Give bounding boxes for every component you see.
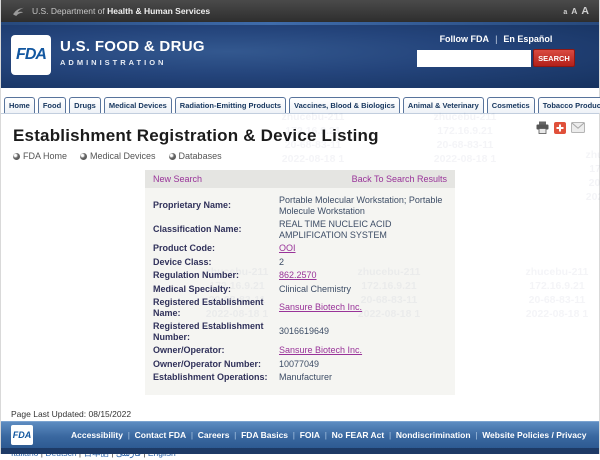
tab-tobacco-products[interactable]: Tobacco Products: [538, 97, 600, 113]
field-value: REAL TIME NUCLEIC ACID AMPLIFICATION SYS…: [279, 219, 447, 240]
footer-link-website-policies-privacy[interactable]: Website Policies / Privacy: [482, 430, 586, 440]
share-icon[interactable]: [554, 122, 566, 134]
field-value: 2: [279, 257, 284, 268]
fda-logo[interactable]: FDA: [11, 35, 51, 75]
field-value: Clinical Chemistry: [279, 284, 351, 295]
fda-header: FDA U.S. FOOD & DRUG ADMINISTRATION Foll…: [1, 22, 599, 88]
field-value: 3016619649: [279, 326, 329, 337]
field-value: Manufacturer: [279, 372, 332, 383]
hhs-top-bar: U.S. Department of Health & Human Servic…: [1, 0, 599, 22]
search-button[interactable]: SEARCH: [533, 49, 575, 67]
table-row: Proprietary Name: Portable Molecular Wor…: [153, 195, 447, 216]
footer-link-accessibility[interactable]: Accessibility: [71, 430, 135, 440]
footer-fda-logo[interactable]: FDA: [11, 425, 33, 445]
table-row: Registered Establishment Name: Sansure B…: [153, 297, 447, 318]
field-label: Registered Establishment Number:: [153, 321, 279, 342]
table-row: Owner/Operator: Sansure Biotech Inc.: [153, 345, 447, 356]
bullet-icon: [13, 153, 20, 160]
footer-links: Accessibility Contact FDA Careers FDA Ba…: [71, 430, 586, 440]
field-label: Medical Specialty:: [153, 284, 279, 295]
main-nav: Home Food Drugs Medical Devices Radiatio…: [1, 88, 599, 114]
bullet-icon: [169, 153, 176, 160]
results-card: New Search Back To Search Results Propri…: [145, 170, 455, 395]
en-espanol-link[interactable]: En Español: [503, 34, 552, 44]
table-row: Registered Establishment Number: 3016619…: [153, 321, 447, 342]
font-size-large-button[interactable]: A: [581, 5, 589, 17]
fda-brand: U.S. FOOD & DRUG ADMINISTRATION: [60, 38, 205, 67]
tab-radiation-emitting-products[interactable]: Radiation-Emitting Products: [175, 97, 286, 113]
field-label: Proprietary Name:: [153, 200, 279, 211]
hhs-eagle-icon: [11, 4, 26, 19]
footer-link-fda-basics[interactable]: FDA Basics: [241, 430, 300, 440]
field-label: Classification Name:: [153, 224, 279, 235]
print-icon[interactable]: [536, 121, 549, 134]
follow-fda-link[interactable]: Follow FDA: [440, 34, 490, 44]
product-code-link[interactable]: OOI: [279, 243, 296, 254]
breadcrumb-databases[interactable]: Databases: [169, 151, 222, 161]
device-detail-table: Proprietary Name: Portable Molecular Wor…: [145, 188, 455, 383]
page-last-updated: Page Last Updated: 08/15/2022: [11, 408, 589, 421]
field-value: 10077049: [279, 359, 319, 370]
footer-link-foia[interactable]: FOIA: [300, 430, 332, 440]
table-row: Owner/Operator Number: 10077049: [153, 359, 447, 370]
tab-cosmetics[interactable]: Cosmetics: [487, 97, 535, 113]
header-links-divider: |: [495, 34, 497, 44]
header-right: Follow FDA | En Español SEARCH: [417, 34, 575, 67]
field-label: Owner/Operator:: [153, 345, 279, 356]
footer-bar: FDA Accessibility Contact FDA Careers FD…: [1, 421, 599, 448]
regulation-number-link[interactable]: 862.2570: [279, 270, 317, 281]
fda-brand-line2: ADMINISTRATION: [60, 58, 205, 67]
owner-operator-link[interactable]: Sansure Biotech Inc.: [279, 345, 362, 356]
breadcrumb: FDA Home Medical Devices Databases: [13, 151, 587, 161]
bottom-strip: [1, 448, 599, 454]
font-size-medium-button[interactable]: A: [571, 6, 577, 16]
breadcrumb-fda-home[interactable]: FDA Home: [13, 151, 67, 161]
table-row: Regulation Number: 862.2570: [153, 270, 447, 281]
field-label: Establishment Operations:: [153, 372, 279, 383]
field-label: Regulation Number:: [153, 270, 279, 281]
new-search-link[interactable]: New Search: [153, 174, 202, 184]
table-row: Device Class: 2: [153, 257, 447, 268]
page-title: Establishment Registration & Device List…: [13, 126, 587, 146]
field-label: Registered Establishment Name:: [153, 297, 279, 318]
table-row: Medical Specialty: Clinical Chemistry: [153, 284, 447, 295]
hhs-title: U.S. Department of Health & Human Servic…: [32, 6, 210, 16]
footer-link-no-fear-act[interactable]: No FEAR Act: [332, 430, 396, 440]
tab-home[interactable]: Home: [4, 97, 35, 113]
page-action-icons: [536, 121, 585, 134]
footer-link-careers[interactable]: Careers: [198, 430, 241, 440]
table-row: Product Code: OOI: [153, 243, 447, 254]
tab-food[interactable]: Food: [38, 97, 66, 113]
header-links: Follow FDA | En Español: [417, 34, 575, 44]
field-label: Device Class:: [153, 257, 279, 268]
breadcrumb-medical-devices[interactable]: Medical Devices: [80, 151, 156, 161]
watermark: zhucebu-211 172.16.9.21 20-68-83-11 2022…: [501, 265, 600, 321]
font-size-small-button[interactable]: a: [563, 9, 567, 16]
footer-link-contact-fda[interactable]: Contact FDA: [135, 430, 198, 440]
tab-vaccines-blood-biologics[interactable]: Vaccines, Blood & Biologics: [289, 97, 400, 113]
table-row: Classification Name: REAL TIME NUCLEIC A…: [153, 219, 447, 240]
field-value: Portable Molecular Workstation; Portable…: [279, 195, 447, 216]
tab-drugs[interactable]: Drugs: [69, 97, 101, 113]
bullet-icon: [80, 153, 87, 160]
search-input[interactable]: [417, 50, 531, 67]
tab-medical-devices[interactable]: Medical Devices: [104, 97, 172, 113]
fda-brand-line1: U.S. FOOD & DRUG: [60, 38, 205, 55]
registered-establishment-name-link[interactable]: Sansure Biotech Inc.: [279, 302, 362, 313]
header-search: SEARCH: [417, 49, 575, 67]
footer-link-nondiscrimination[interactable]: Nondiscrimination: [396, 430, 482, 440]
tab-animal-veterinary[interactable]: Animal & Veterinary: [403, 97, 484, 113]
results-card-header: New Search Back To Search Results: [145, 170, 455, 188]
back-to-search-results-link[interactable]: Back To Search Results: [352, 174, 447, 184]
table-row: Establishment Operations: Manufacturer: [153, 372, 447, 383]
field-label: Owner/Operator Number:: [153, 359, 279, 370]
field-label: Product Code:: [153, 243, 279, 254]
font-size-controls: a A A: [563, 5, 589, 17]
fda-page: { "colors": { "header_navy": "#24447b", …: [0, 0, 600, 454]
email-icon[interactable]: [571, 122, 585, 133]
